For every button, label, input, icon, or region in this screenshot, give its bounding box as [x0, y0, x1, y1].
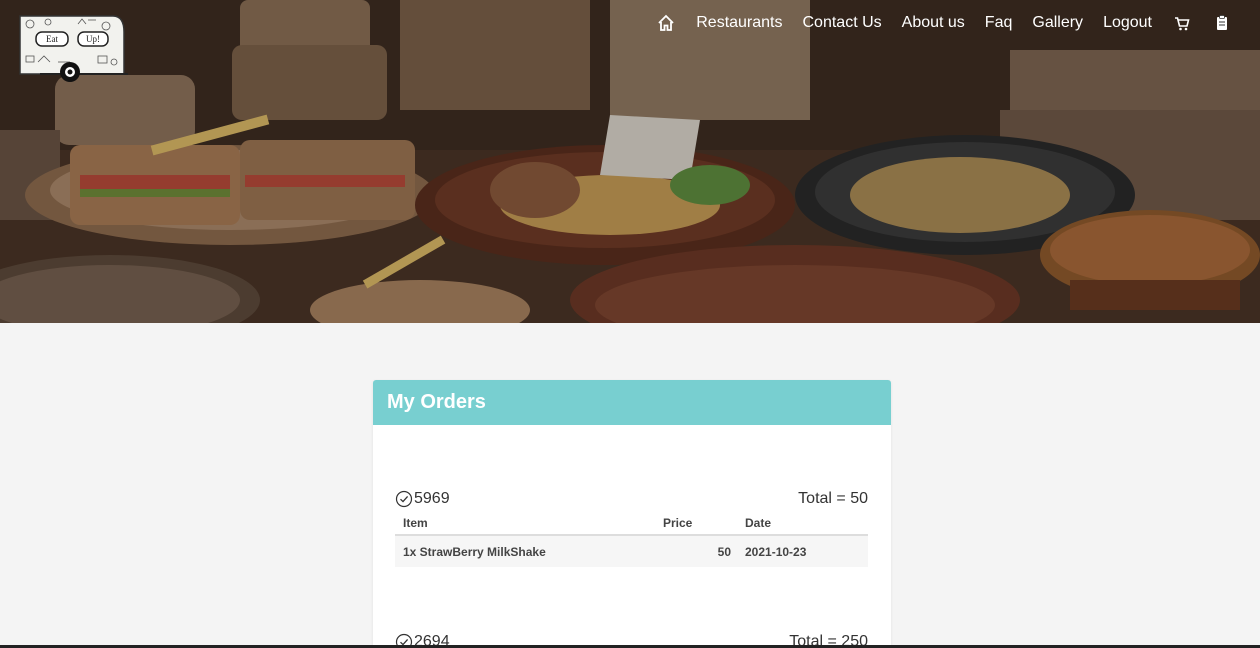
nav-contact-us[interactable]: Contact Us [793, 12, 892, 34]
nav-about-us[interactable]: About us [892, 12, 975, 34]
check-circle-icon [395, 490, 413, 508]
hero-overlay [0, 0, 1260, 323]
cart-icon [1175, 17, 1190, 31]
col-date: Date [737, 511, 868, 536]
hero-banner [0, 0, 1260, 323]
card-header: My Orders [373, 380, 891, 425]
order-block: 5969 Total = 50 Item Price Date 1x Straw… [395, 487, 868, 567]
order-number: 5969 [414, 490, 450, 507]
order-items-table: Item Price Date 1x StrawBerry MilkShake … [395, 511, 868, 567]
logo-word-up: Up! [86, 34, 100, 44]
col-item: Item [395, 511, 655, 536]
cell-price: 50 [655, 535, 737, 567]
food-truck-logo-icon: Eat Up! [19, 15, 128, 82]
table-header-row: Item Price Date [395, 511, 868, 536]
order-total: Total = 50 [798, 490, 868, 507]
nav-gallery[interactable]: Gallery [1022, 12, 1093, 34]
nav-logout[interactable]: Logout [1093, 12, 1162, 34]
my-orders-title: My Orders [387, 391, 486, 413]
main-nav: Restaurants Contact Us About us Faq Gall… [646, 12, 1242, 34]
cell-date: 2021-10-23 [737, 535, 868, 567]
nav-restaurants[interactable]: Restaurants [686, 12, 792, 34]
nav-orders[interactable] [1202, 13, 1242, 33]
logo-word-eat: Eat [46, 34, 58, 44]
nav-faq[interactable]: Faq [975, 12, 1023, 34]
order-id: 5969 [395, 490, 450, 508]
col-price: Price [655, 511, 737, 536]
cell-item: 1x StrawBerry MilkShake [395, 535, 655, 567]
home-icon [658, 14, 674, 31]
table-row: 1x StrawBerry MilkShake 50 2021-10-23 [395, 535, 868, 567]
nav-cart[interactable] [1162, 13, 1202, 33]
site-logo[interactable]: Eat Up! [18, 12, 130, 82]
clipboard-icon [1217, 15, 1227, 30]
my-orders-card: My Orders 5969 Total = 50 Item Price Dat… [373, 380, 891, 648]
nav-home[interactable] [646, 13, 686, 33]
